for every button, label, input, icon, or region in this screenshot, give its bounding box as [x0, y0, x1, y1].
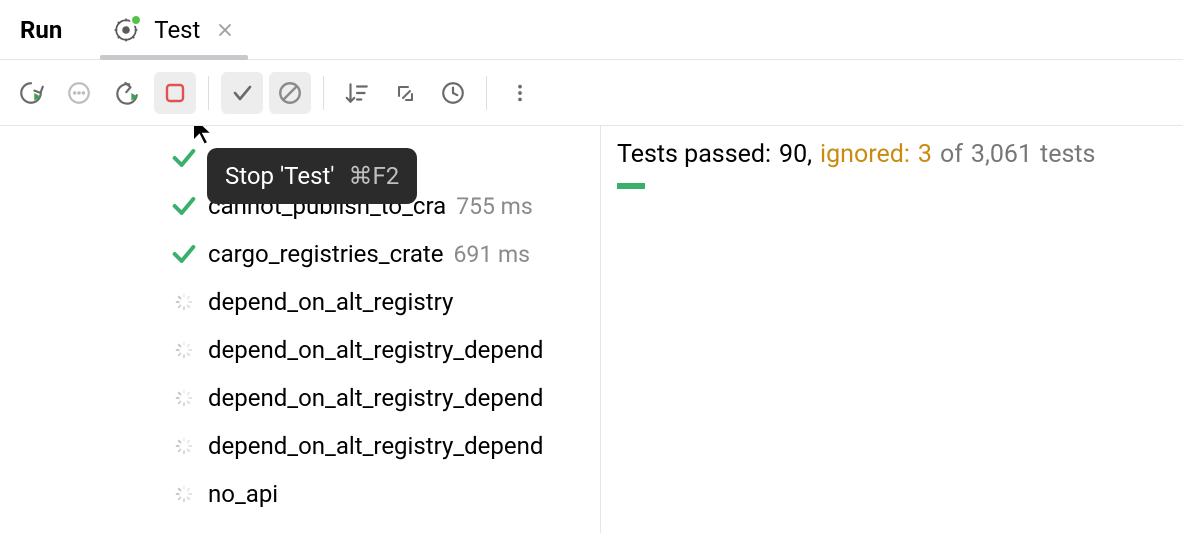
- test-runner-toolbar: [0, 60, 1183, 126]
- test-output-pane: Tests passed: 90, ignored: 3 of 3,061 te…: [601, 126, 1183, 533]
- stop-tooltip: Stop 'Test' ⌘F2: [207, 148, 417, 204]
- rerun-button[interactable]: [10, 72, 52, 114]
- check-icon: [170, 192, 198, 220]
- spinner-icon: [170, 388, 198, 408]
- running-indicator-dot: [130, 14, 142, 26]
- tab-underline: [100, 55, 248, 60]
- show-passed-toggle[interactable]: [221, 72, 263, 114]
- test-row[interactable]: depend_on_alt_registry_depend: [170, 374, 600, 422]
- summary-passed-count: 90,: [779, 140, 812, 169]
- tooltip-shortcut: ⌘F2: [349, 162, 400, 190]
- stop-button[interactable]: [154, 72, 196, 114]
- spinner-icon: [170, 340, 198, 360]
- expand-all-button[interactable]: [384, 72, 426, 114]
- sort-button[interactable]: [336, 72, 378, 114]
- more-options-button[interactable]: [499, 72, 541, 114]
- summary-total: 3,061: [971, 140, 1032, 169]
- tab-test[interactable]: Test: [106, 0, 242, 59]
- summary-ignored-label: ignored:: [820, 140, 910, 169]
- mouse-cursor-icon: [189, 126, 217, 152]
- test-time: 755 ms: [456, 193, 533, 220]
- test-summary: Tests passed: 90, ignored: 3 of 3,061 te…: [617, 140, 1167, 169]
- test-time: 691 ms: [453, 241, 530, 268]
- test-row[interactable]: depend_on_alt_registry_depend: [170, 326, 600, 374]
- spinner-icon: [170, 484, 198, 504]
- rerun-failed-button[interactable]: [106, 72, 148, 114]
- toolbar-separator: [323, 76, 324, 110]
- test-row[interactable]: cargo_registries_crate 691 ms: [170, 230, 600, 278]
- test-name: depend_on_alt_registry_depend: [208, 432, 543, 460]
- test-name: no_api: [208, 480, 278, 508]
- run-tool-window-label: Run: [14, 16, 68, 44]
- test-row[interactable]: depend_on_alt_registry: [170, 278, 600, 326]
- summary-ignored-count: 3: [918, 140, 932, 169]
- summary-label: Tests passed:: [617, 140, 771, 169]
- history-button[interactable]: [432, 72, 474, 114]
- summary-tests-word: tests: [1040, 140, 1095, 169]
- summary-of: of: [940, 140, 963, 169]
- toolbar-separator: [486, 76, 487, 110]
- content-area: gist712 mscannot_publish_to_cra755 mscar…: [0, 126, 1183, 533]
- tool-window-header: Run Test: [0, 0, 1183, 60]
- spinner-icon: [170, 292, 198, 312]
- test-name: cargo_registries_crate: [208, 240, 443, 268]
- check-icon: [170, 240, 198, 268]
- spinner-icon: [170, 436, 198, 456]
- progress-bar: [617, 183, 1167, 189]
- test-name: depend_on_alt_registry: [208, 288, 453, 316]
- test-name: depend_on_alt_registry_depend: [208, 384, 543, 412]
- progress-fill: [617, 183, 645, 189]
- threads-icon[interactable]: [58, 72, 100, 114]
- test-tree-pane: gist712 mscannot_publish_to_cra755 mscar…: [0, 126, 601, 533]
- tooltip-text: Stop 'Test': [225, 162, 335, 190]
- close-tab-icon[interactable]: [214, 19, 236, 41]
- test-row[interactable]: depend_on_alt_registry_depend: [170, 422, 600, 470]
- toolbar-separator: [208, 76, 209, 110]
- rust-icon: [112, 16, 140, 44]
- test-name: depend_on_alt_registry_depend: [208, 336, 543, 364]
- tab-label: Test: [154, 16, 200, 44]
- show-ignored-toggle[interactable]: [269, 72, 311, 114]
- test-row[interactable]: no_api: [170, 470, 600, 518]
